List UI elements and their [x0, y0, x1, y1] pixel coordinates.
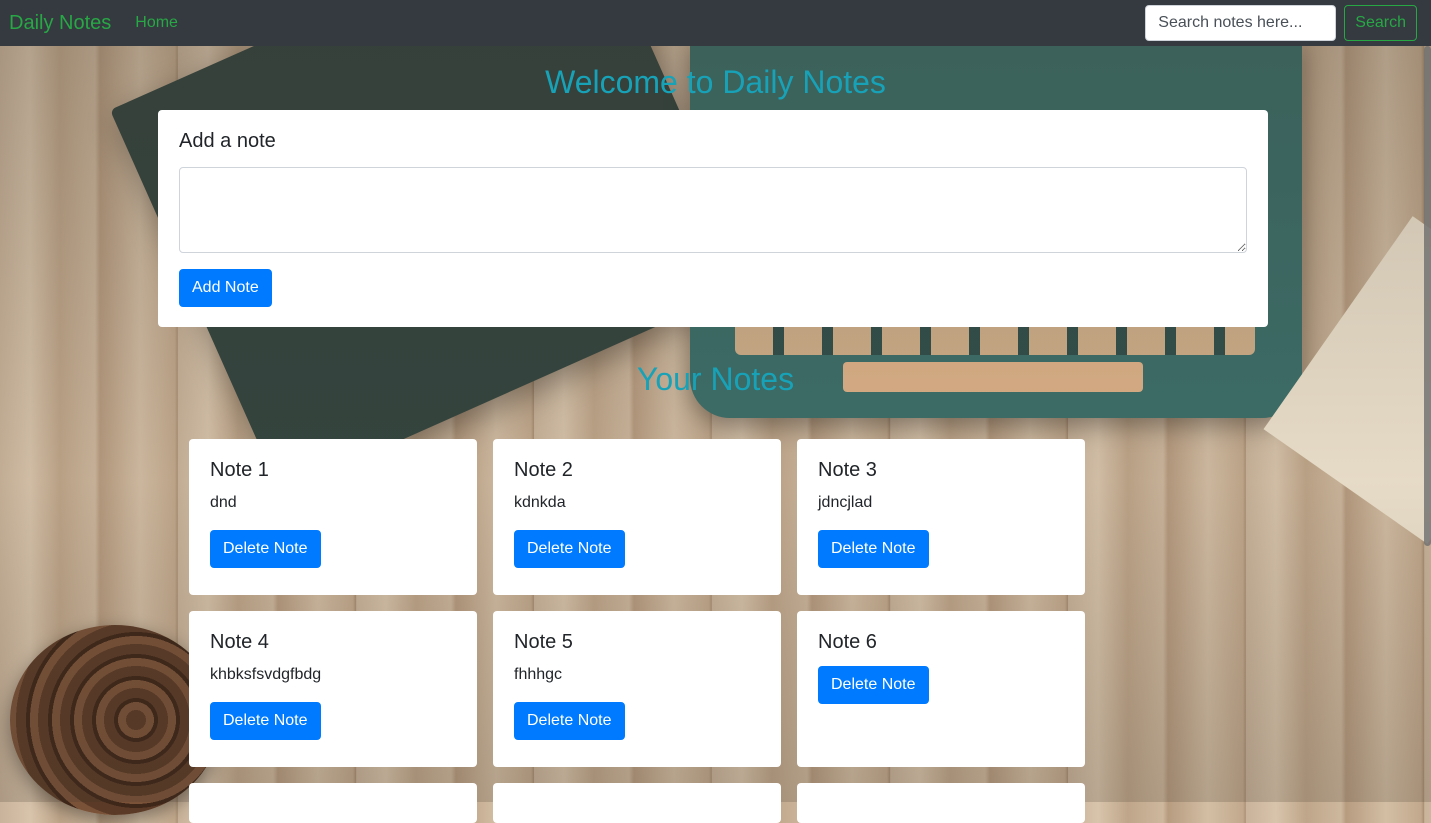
notes-grid: Note 1 dnd Delete Note Note 2 kdnkda Del…	[189, 439, 1086, 823]
note-text: dnd	[210, 494, 237, 511]
page-scrollbar[interactable]	[1424, 46, 1431, 546]
note-card: Note 4 khbksfsvdgfbdg Delete Note	[189, 611, 477, 767]
note-text: fhhhgc	[514, 666, 563, 683]
note-title: Note 6	[818, 631, 877, 653]
delete-note-button[interactable]: Delete Note	[514, 702, 625, 740]
note-text: kdnkda	[514, 494, 566, 511]
add-note-button[interactable]: Add Note	[179, 269, 272, 307]
search-button[interactable]: Search	[1344, 5, 1417, 41]
note-card	[493, 783, 781, 823]
note-title: Note 3	[818, 459, 877, 481]
delete-note-button[interactable]: Delete Note	[210, 530, 321, 568]
note-card	[189, 783, 477, 823]
your-notes-heading: Your Notes	[636, 361, 795, 397]
delete-note-button[interactable]: Delete Note	[818, 530, 929, 568]
note-card	[797, 783, 1085, 823]
note-textarea[interactable]	[179, 167, 1247, 253]
note-text: jdncjlad	[818, 494, 873, 511]
note-title: Note 5	[514, 631, 573, 653]
navbar: Daily Notes Home Search	[0, 0, 1431, 46]
note-title: Note 4	[210, 631, 269, 653]
note-title: Note 1	[210, 459, 269, 481]
welcome-heading: Welcome to Daily Notes	[545, 64, 886, 100]
note-card: Note 2 kdnkda Delete Note	[493, 439, 781, 595]
note-card: Note 1 dnd Delete Note	[189, 439, 477, 595]
search-input[interactable]	[1145, 5, 1337, 41]
note-card: Note 5 fhhhgc Delete Note	[493, 611, 781, 767]
search-form: Search	[1145, 0, 1417, 46]
note-card: Note 6 Delete Note	[797, 611, 1085, 767]
brand-link[interactable]: Daily Notes	[9, 12, 111, 35]
delete-note-button[interactable]: Delete Note	[818, 666, 929, 704]
note-title: Note 2	[514, 459, 573, 481]
add-note-card: Add a note Add Note	[158, 110, 1268, 327]
note-text: khbksfsvdgfbdg	[210, 666, 322, 683]
delete-note-button[interactable]: Delete Note	[514, 530, 625, 568]
note-card: Note 3 jdncjlad Delete Note	[797, 439, 1085, 595]
delete-note-button[interactable]: Delete Note	[210, 702, 321, 740]
add-note-title: Add a note	[179, 130, 276, 152]
nav-home-link[interactable]: Home	[135, 14, 178, 32]
